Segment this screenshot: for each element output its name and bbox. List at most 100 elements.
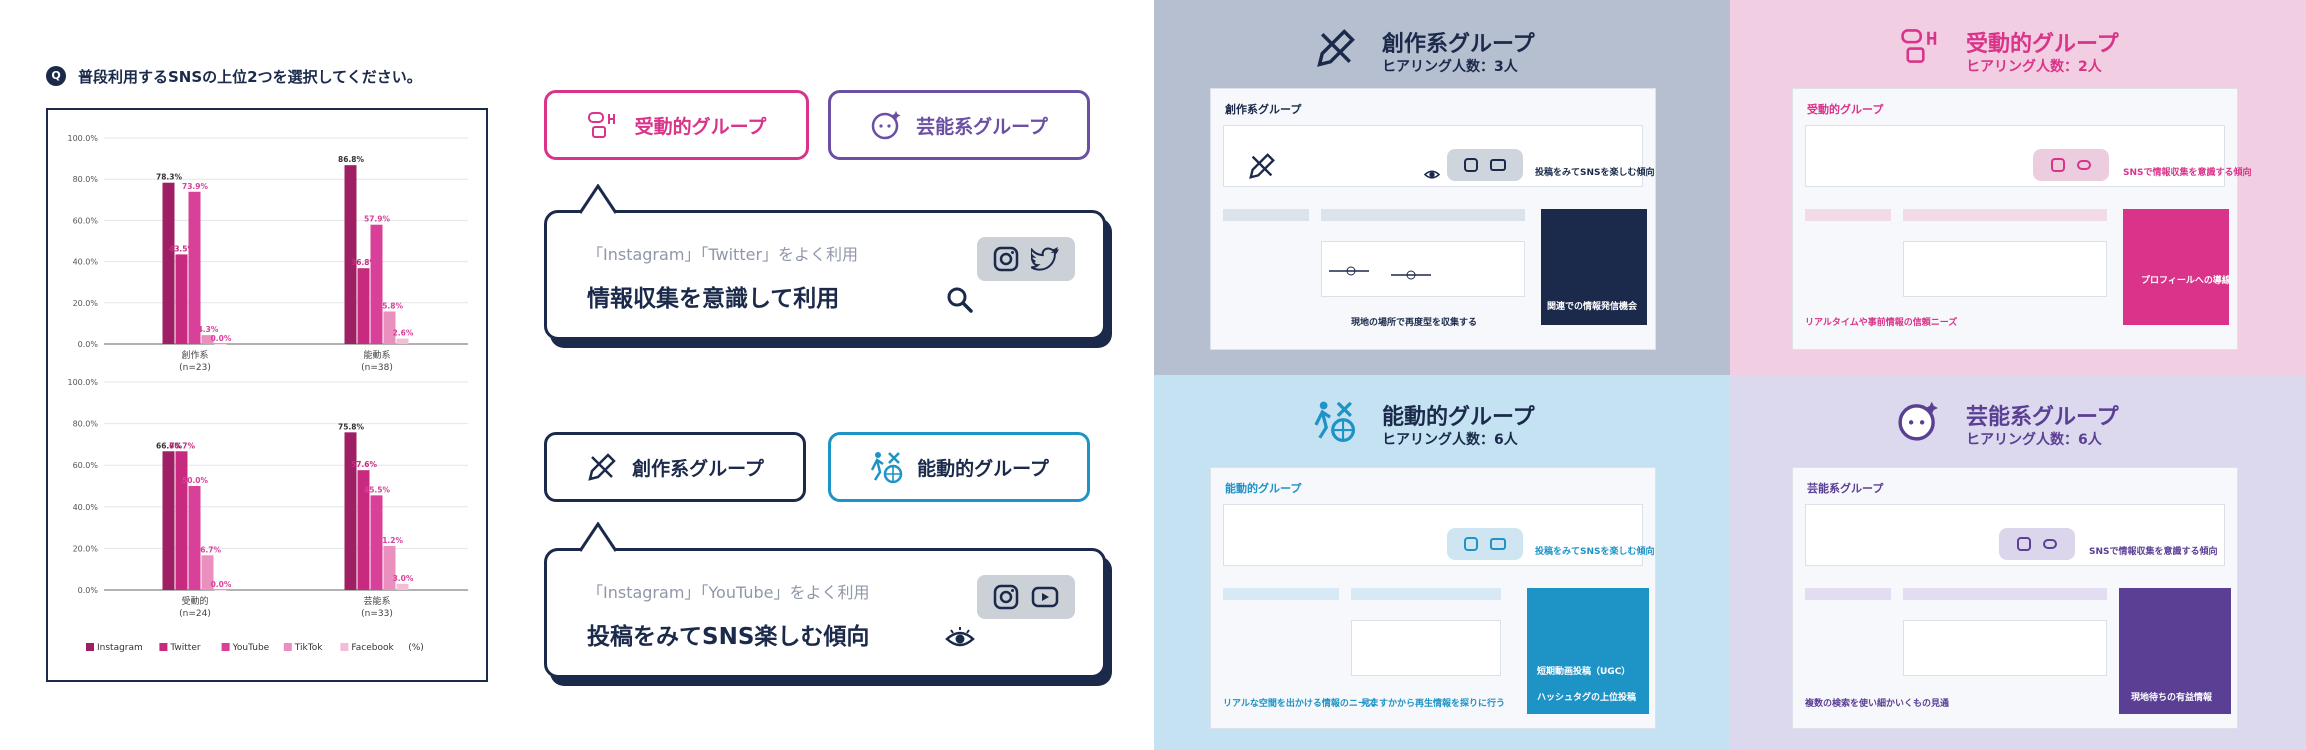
- bubble1-maintext: 情報収集を意識して利用: [587, 286, 840, 312]
- search-icon: [947, 287, 973, 313]
- instagram-icon: [1464, 537, 1478, 551]
- x-tick-label: (n=24): [179, 609, 211, 619]
- slide-active-flow: [1351, 620, 1501, 676]
- quadrant-entertainment-sub: ヒアリング人数：6人: [1966, 432, 2102, 448]
- data-label: 0.0%: [211, 334, 232, 343]
- legend-swatch: [221, 643, 230, 651]
- quadrant-entertainment: 芸能系グループ ヒアリング人数：6人 芸能系グループ SNSで情報収集を意識する…: [1730, 375, 2306, 750]
- youtube-icon: [1490, 159, 1506, 171]
- data-label: 73.9%: [182, 182, 209, 191]
- slide-active-header-1: [1223, 588, 1339, 600]
- bar-tiktok: [383, 545, 396, 590]
- slide-creative-title: 創作系グループ: [1225, 103, 1302, 116]
- question-text: 普段利用するSNSの上位2つを選択してください。: [78, 68, 422, 86]
- slide-entertainment-sns: [1999, 528, 2075, 560]
- quadrant-active-sub: ヒアリング人数：6人: [1382, 432, 1518, 448]
- bar-youtube: [370, 224, 383, 344]
- y-tick-label: 40.0%: [73, 503, 99, 512]
- slide-creative: 創作系グループ 投稿をみてSNSを楽しむ傾向 関連での情報発信機会 現地の場所で…: [1210, 88, 1656, 350]
- bubble2-subtext: 「Instagram」「YouTube」をよく利用: [587, 583, 870, 602]
- legend-label: Facebook: [351, 643, 394, 653]
- pencil-ruler-icon: [1249, 153, 1275, 179]
- data-label: 0.0%: [211, 580, 232, 589]
- gamepad-tv-icon: [587, 112, 615, 138]
- slide-active-sns: [1447, 528, 1523, 560]
- legend-label: Instagram: [97, 643, 143, 653]
- bar-twitter: [357, 268, 370, 344]
- slide-creative-line: [1329, 266, 1431, 280]
- slide-active: 能動的グループ 投稿をみてSNSを楽しむ傾向 短期動画投稿（UGC） ハッシュタ…: [1210, 467, 1656, 729]
- quadrant-passive-sub: ヒアリング人数：2人: [1966, 59, 2102, 75]
- slide-entertainment-header-1: [1805, 588, 1891, 600]
- slide-passive-sns: [2033, 149, 2109, 181]
- legend-unit: (%): [408, 643, 424, 653]
- bubble2-maintext: 投稿をみてSNS楽しむ傾向: [587, 624, 870, 650]
- face-sparkle-icon: [1898, 401, 1938, 441]
- legend-label: TikTok: [294, 643, 323, 653]
- bar-facebook: [214, 344, 227, 345]
- slide-passive-tagline: SNSで情報収集を意識する傾向: [2123, 168, 2252, 178]
- bar-facebook: [214, 590, 227, 591]
- bar-chart-panel: 0.0% 20.0% 40.0% 60.0% 80.0% 100.0% 78.3% 43.5%…: [46, 108, 488, 682]
- instagram-icon: [2051, 158, 2065, 172]
- legend-swatch: [86, 643, 94, 651]
- pill-active-label: 能動的グループ: [917, 457, 1049, 480]
- data-label: 86.8%: [338, 155, 365, 164]
- x-tick-label: 芸能系: [363, 595, 390, 607]
- y-tick-label: 80.0%: [73, 175, 99, 184]
- data-label: 45.5%: [364, 485, 391, 494]
- twitter-icon: [2077, 160, 2091, 170]
- y-tick-label: 60.0%: [73, 461, 99, 470]
- quadrant-passive-title: 受動的グループ: [1966, 32, 2119, 57]
- y-tick-label: 80.0%: [73, 420, 99, 429]
- data-label: 66.7%: [169, 441, 196, 450]
- instagram-icon: [2017, 537, 2031, 551]
- eye-icon: [945, 627, 975, 647]
- x-tick-label: (n=23): [179, 363, 211, 373]
- y-tick-label: 20.0%: [73, 299, 99, 308]
- bar-youtube: [188, 191, 201, 344]
- pill-passive-group: 受動的グループ: [544, 90, 809, 160]
- data-label: 78.3%: [156, 173, 183, 182]
- data-label: 50.0%: [182, 476, 209, 485]
- legend-swatch: [283, 643, 292, 651]
- y-tick-label: 0.0%: [78, 340, 99, 349]
- instagram-icon: [993, 584, 1019, 610]
- slide-passive: 受動的グループ SNSで情報収集を意識する傾向 プロフィールへの導線 リアルタイ…: [1792, 88, 2252, 350]
- question-badge: Q: [46, 66, 66, 86]
- bar-twitter: [175, 254, 188, 344]
- bar-facebook: [396, 338, 409, 344]
- slide-creative-bottom: 現地の場所で再度型を収集する: [1351, 318, 1478, 328]
- slide-active-header-2: [1351, 588, 1501, 600]
- youtube-icon: [1031, 586, 1059, 608]
- sns-icons-box-2: [977, 575, 1075, 619]
- quadrant-active-title: 能動的グループ: [1382, 405, 1535, 430]
- bar-youtube: [188, 486, 201, 590]
- twitter-icon: [2043, 539, 2057, 549]
- slide-entertainment-tagline: SNSで情報収集を意識する傾向: [2089, 547, 2218, 557]
- slide-active-result-text-2: ハッシュタグの上位投稿: [1537, 693, 1637, 703]
- quadrant-passive: 受動的グループ ヒアリング人数：2人 受動的グループ SNSで情報収集を意識する…: [1730, 0, 2306, 375]
- pill-passive-label: 受動的グループ: [634, 115, 767, 138]
- data-label: 16.7%: [195, 545, 222, 554]
- data-label: 75.8%: [338, 422, 365, 431]
- speech-bubble-posts: 「Instagram」「YouTube」をよく利用 投稿をみてSNS楽しむ傾向: [544, 548, 1106, 678]
- slide-passive-header-1: [1805, 209, 1891, 221]
- slide-passive-result: [2123, 209, 2229, 325]
- bar-twitter: [175, 451, 188, 590]
- gamepad-tv-icon: [1901, 29, 1937, 63]
- slide-passive-header-2: [1903, 209, 2107, 221]
- x-tick-label: 受動的: [181, 595, 208, 607]
- quadrant-creative: 創作系グループ ヒアリング人数：3人 創作系グループ 投稿をみてSNSを楽しむ傾…: [1154, 0, 1730, 375]
- slide-creative-tagline: 投稿をみてSNSを楽しむ傾向: [1535, 168, 1655, 178]
- x-tick-label: (n=38): [361, 363, 393, 373]
- slide-passive-bottom: リアルタイムや事前情報の信頼ニーズ: [1805, 318, 1958, 328]
- slide-active-tagline: 投稿をみてSNSを楽しむ傾向: [1535, 547, 1655, 557]
- quadrant-creative-sub: ヒアリング人数：3人: [1382, 59, 1518, 75]
- x-tick-label: 能動系: [363, 349, 390, 361]
- runner-ball-icon: [870, 452, 903, 484]
- slide-active-result-text: 短期動画投稿（UGC）: [1537, 667, 1631, 677]
- bubble2-tail: [578, 522, 618, 552]
- legend-swatch: [340, 643, 349, 651]
- slide-entertainment: 芸能系グループ SNSで情報収集を意識する傾向 現地待ちの有益情報 複数の検索を…: [1792, 467, 2238, 729]
